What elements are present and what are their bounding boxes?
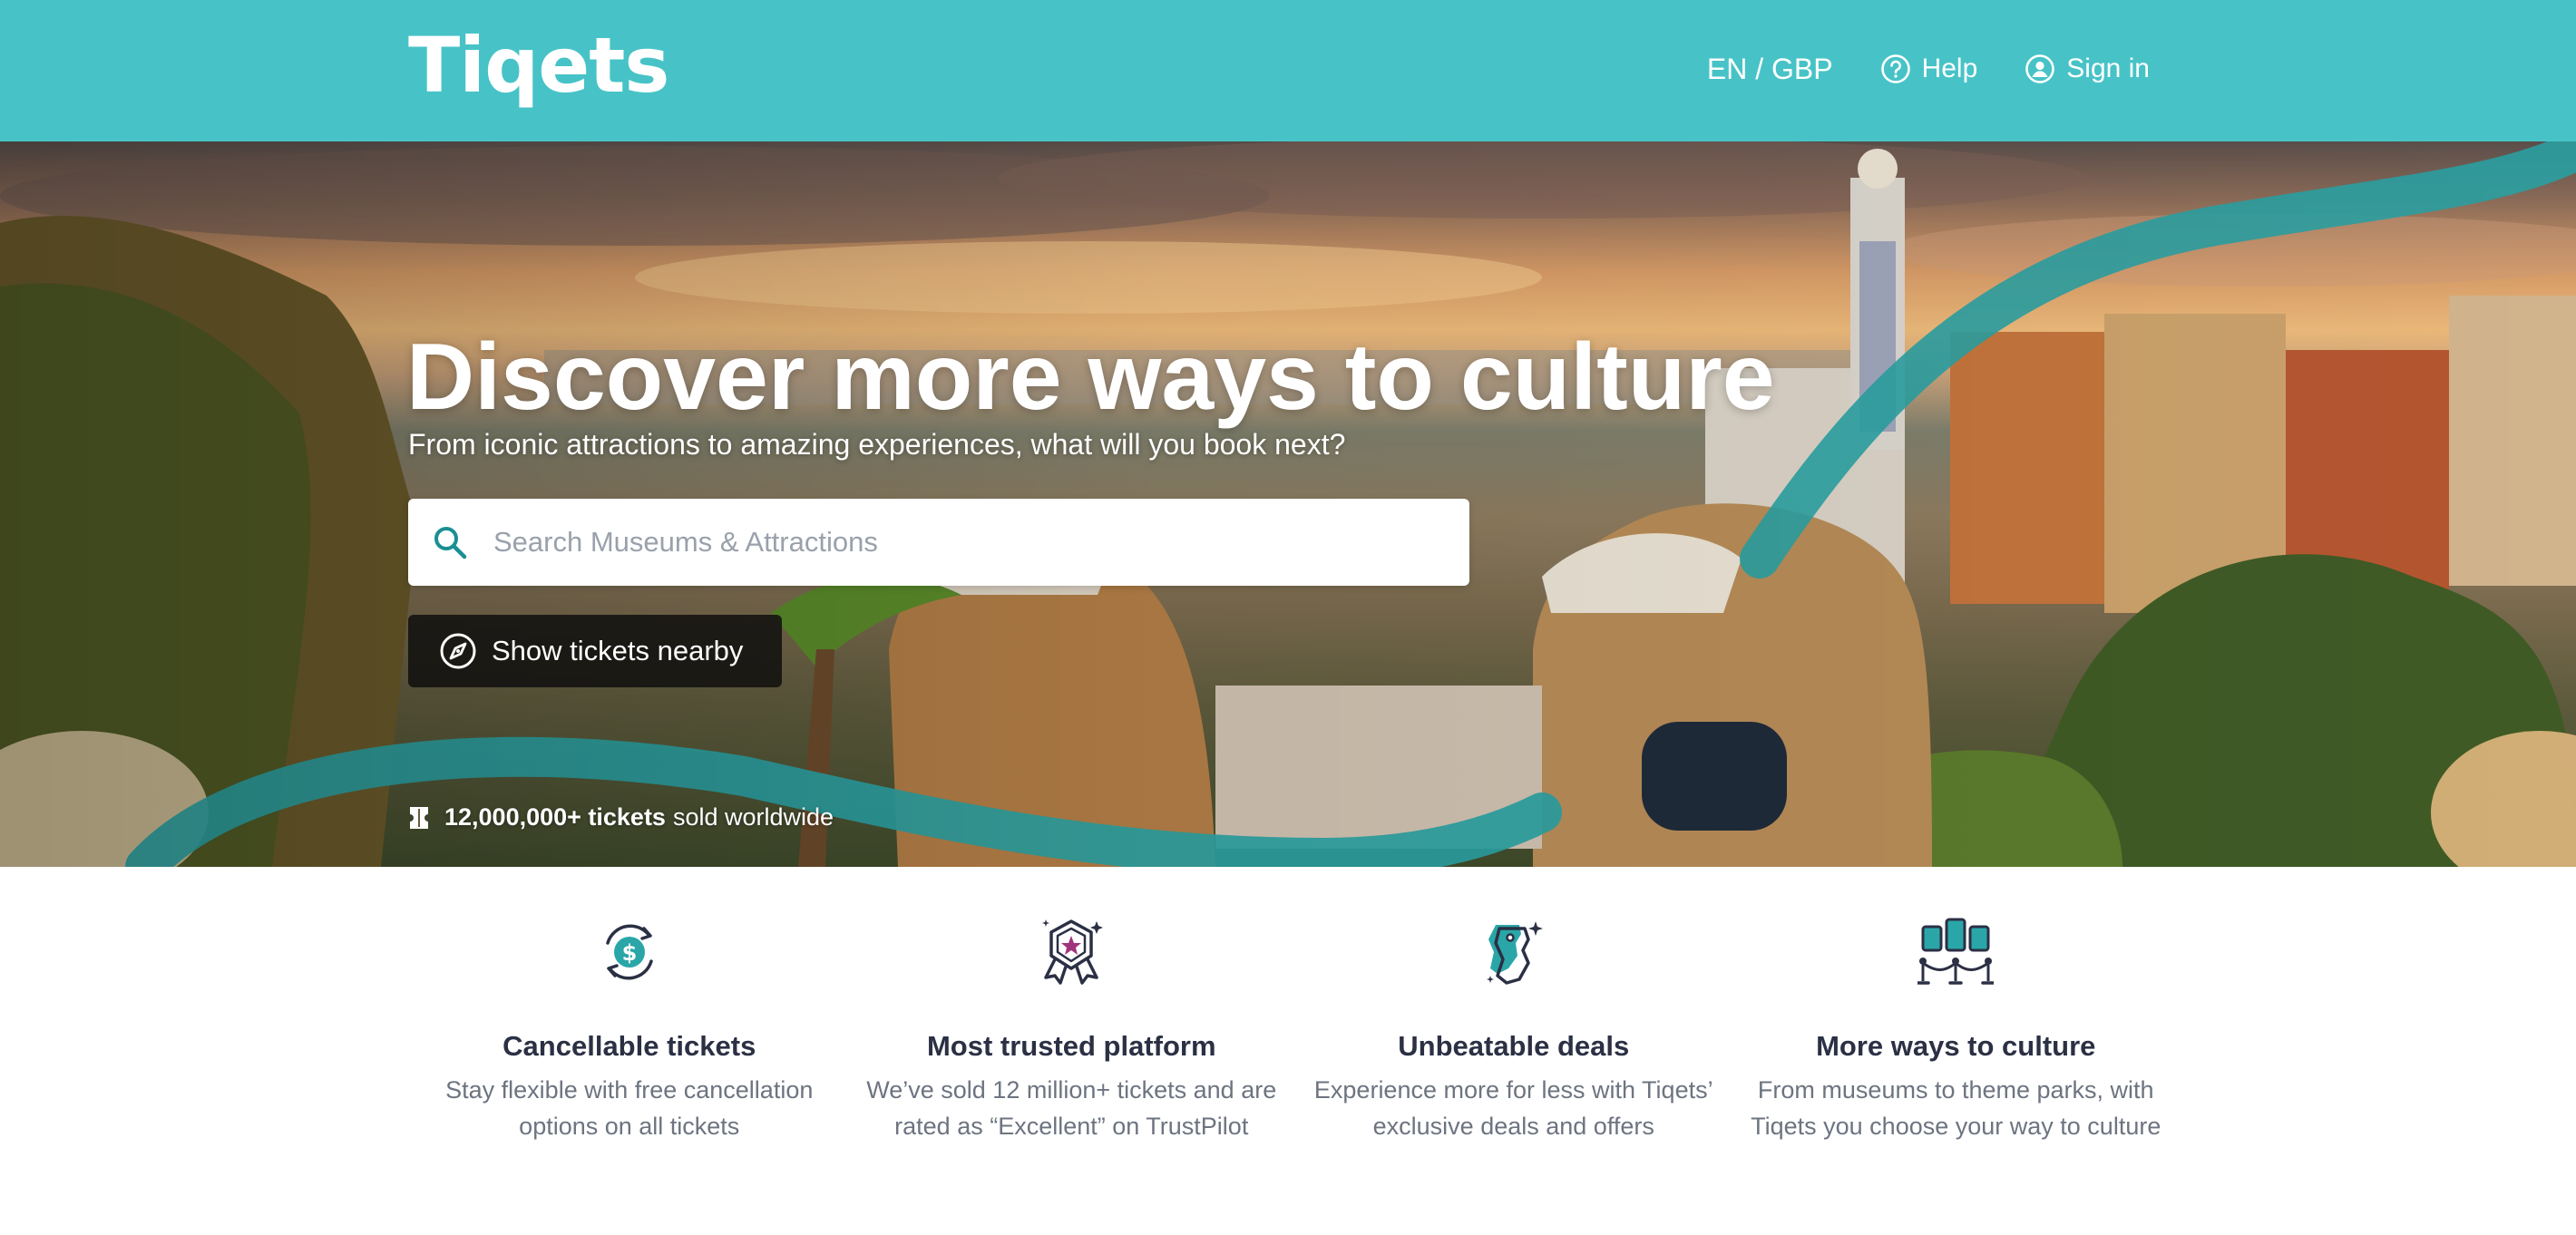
sign-in-link[interactable]: Sign in bbox=[2025, 53, 2150, 84]
site-header: Tiqets EN / GBP Help Sign in bbox=[0, 0, 2576, 141]
language-currency-label: EN / GBP bbox=[1706, 52, 1833, 85]
show-tickets-nearby-label: Show tickets nearby bbox=[492, 635, 744, 666]
culture-exhibit-icon bbox=[1917, 918, 1995, 985]
feature-description: Experience more for less with Tiqets’ ex… bbox=[1313, 1076, 1713, 1140]
user-icon bbox=[2025, 54, 2055, 83]
feature-cancellable-tickets: $ Cancellable tickets Stay flexible with… bbox=[408, 916, 851, 1215]
feature-description: We’ve sold 12 million+ tickets and are r… bbox=[866, 1076, 1277, 1140]
ticket-icon bbox=[408, 805, 430, 831]
help-label: Help bbox=[1921, 53, 1978, 83]
tickets-sold-suffix: sold worldwide bbox=[672, 803, 834, 831]
svg-text:$: $ bbox=[621, 940, 637, 966]
cancellable-ticket-icon: $ bbox=[606, 924, 653, 980]
hero-banner: Discover more ways to culture From iconi… bbox=[0, 141, 2576, 867]
feature-title: More ways to culture bbox=[1816, 1030, 2096, 1062]
feature-description: From museums to theme parks, with Tiqets… bbox=[1751, 1076, 2161, 1140]
usp-features: $ Cancellable tickets Stay flexible with… bbox=[408, 916, 2177, 1215]
sign-in-label: Sign in bbox=[2066, 53, 2150, 83]
feature-unbeatable-deals: Unbeatable deals Experience more for les… bbox=[1293, 916, 1735, 1215]
header-nav: EN / GBP Help Sign in bbox=[1707, 45, 2150, 92]
search-bar[interactable] bbox=[408, 499, 1469, 586]
show-tickets-nearby-button[interactable]: Show tickets nearby bbox=[408, 615, 782, 687]
tickets-sold-count: 12,000,000+ tickets bbox=[444, 803, 666, 831]
compass-icon bbox=[439, 632, 477, 670]
hero-title: Discover more ways to culture bbox=[406, 325, 1775, 430]
feature-description: Stay flexible with free cancellation opt… bbox=[445, 1076, 814, 1140]
trusted-badge-icon bbox=[1042, 919, 1104, 985]
tickets-sold-counter: 12,000,000+ tickets sold worldwide bbox=[408, 803, 834, 831]
search-icon bbox=[434, 527, 467, 559]
hero-subtitle: From iconic attractions to amazing exper… bbox=[408, 428, 1346, 461]
help-icon bbox=[1880, 54, 1910, 83]
help-link[interactable]: Help bbox=[1880, 53, 1978, 84]
feature-most-trusted-platform: Most trusted platform We’ve sold 12 mill… bbox=[851, 916, 1293, 1215]
feature-title: Cancellable tickets bbox=[503, 1030, 756, 1062]
search-input[interactable] bbox=[493, 499, 1446, 586]
feature-more-ways-to-culture: More ways to culture From museums to the… bbox=[1735, 916, 2178, 1215]
feature-title: Most trusted platform bbox=[926, 1030, 1216, 1062]
deals-tag-icon bbox=[1486, 921, 1543, 985]
tiqets-logo[interactable]: Tiqets bbox=[408, 20, 669, 111]
feature-title: Unbeatable deals bbox=[1398, 1030, 1630, 1062]
language-currency-selector[interactable]: EN / GBP bbox=[1707, 53, 1833, 86]
